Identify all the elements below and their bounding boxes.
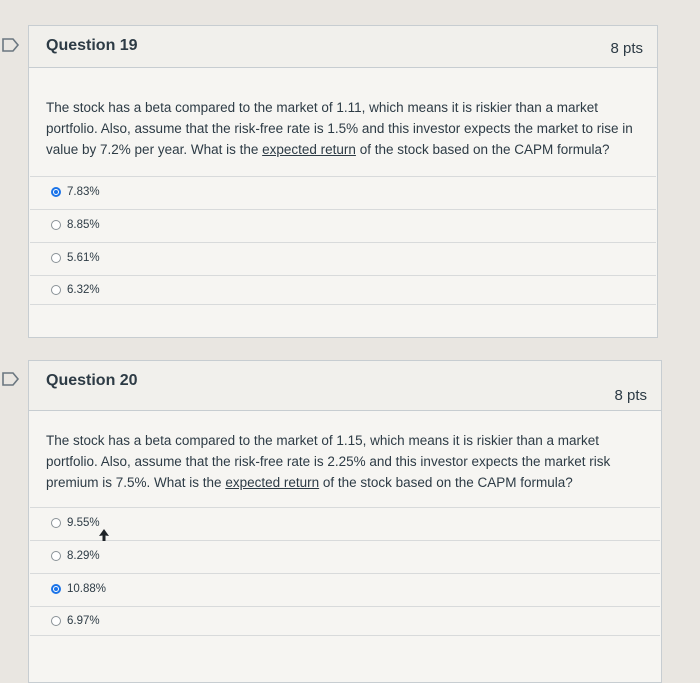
question-20-expected-return-term: expected return (225, 475, 320, 490)
answer-label: 8.85% (67, 218, 100, 231)
radio-button[interactable] (51, 517, 61, 528)
question-20-card: Question 20 8 pts The stock has a beta c… (28, 360, 662, 683)
question-19-text: The stock has a beta compared to the mar… (46, 97, 646, 160)
question-19-title: Question 19 (46, 37, 138, 54)
answer-label: 9.55% (67, 516, 100, 529)
radio-button[interactable] (51, 550, 61, 561)
question-19-answer-option[interactable]: 5.61% (30, 242, 656, 272)
question-20-title: Question 20 (46, 372, 138, 389)
answer-label: 6.32% (67, 284, 100, 296)
radio-button[interactable] (51, 252, 61, 263)
answer-label: 10.88% (67, 582, 107, 595)
question-19-header: Question 19 8 pts (29, 26, 657, 68)
question-20-text-part: of the stock based on the CAPM formula? (319, 475, 573, 490)
mouse-pointer-icon (99, 529, 109, 541)
flag-question-19-icon[interactable] (2, 38, 20, 52)
question-19-answer-option[interactable]: 6.32% (30, 275, 656, 305)
radio-button[interactable] (51, 616, 61, 626)
answer-label: 5.61% (67, 251, 100, 264)
question-20-text: The stock has a beta compared to the mar… (46, 430, 626, 493)
answer-label: 8.29% (67, 549, 100, 562)
question-20-points: 8 pts (614, 387, 647, 404)
flag-question-20-icon[interactable] (2, 372, 20, 386)
question-20-answer-option[interactable]: 8.29% (30, 540, 660, 570)
question-20-answer-option[interactable]: 10.88% (30, 573, 660, 603)
radio-button-selected[interactable] (51, 583, 61, 594)
question-19-card: Question 19 8 pts The stock has a beta c… (28, 25, 658, 338)
radio-button[interactable] (51, 285, 61, 295)
question-19-answer-option[interactable]: 7.83% (30, 176, 656, 206)
question-20-answer-option[interactable]: 9.55% (30, 507, 660, 537)
question-20-header: Question 20 8 pts (29, 361, 661, 411)
question-20-answer-option[interactable]: 6.97% (30, 606, 660, 636)
question-19-text-part: of the stock based on the CAPM formula? (355, 142, 610, 157)
question-19-answer-option[interactable]: 8.85% (30, 209, 656, 239)
question-19-points: 8 pts (610, 40, 643, 57)
answer-label: 6.97% (67, 615, 100, 627)
radio-button-selected[interactable] (51, 186, 61, 197)
answer-label: 7.83% (67, 185, 100, 198)
question-19-expected-return-term: expected return (262, 142, 356, 157)
radio-button[interactable] (51, 219, 61, 230)
